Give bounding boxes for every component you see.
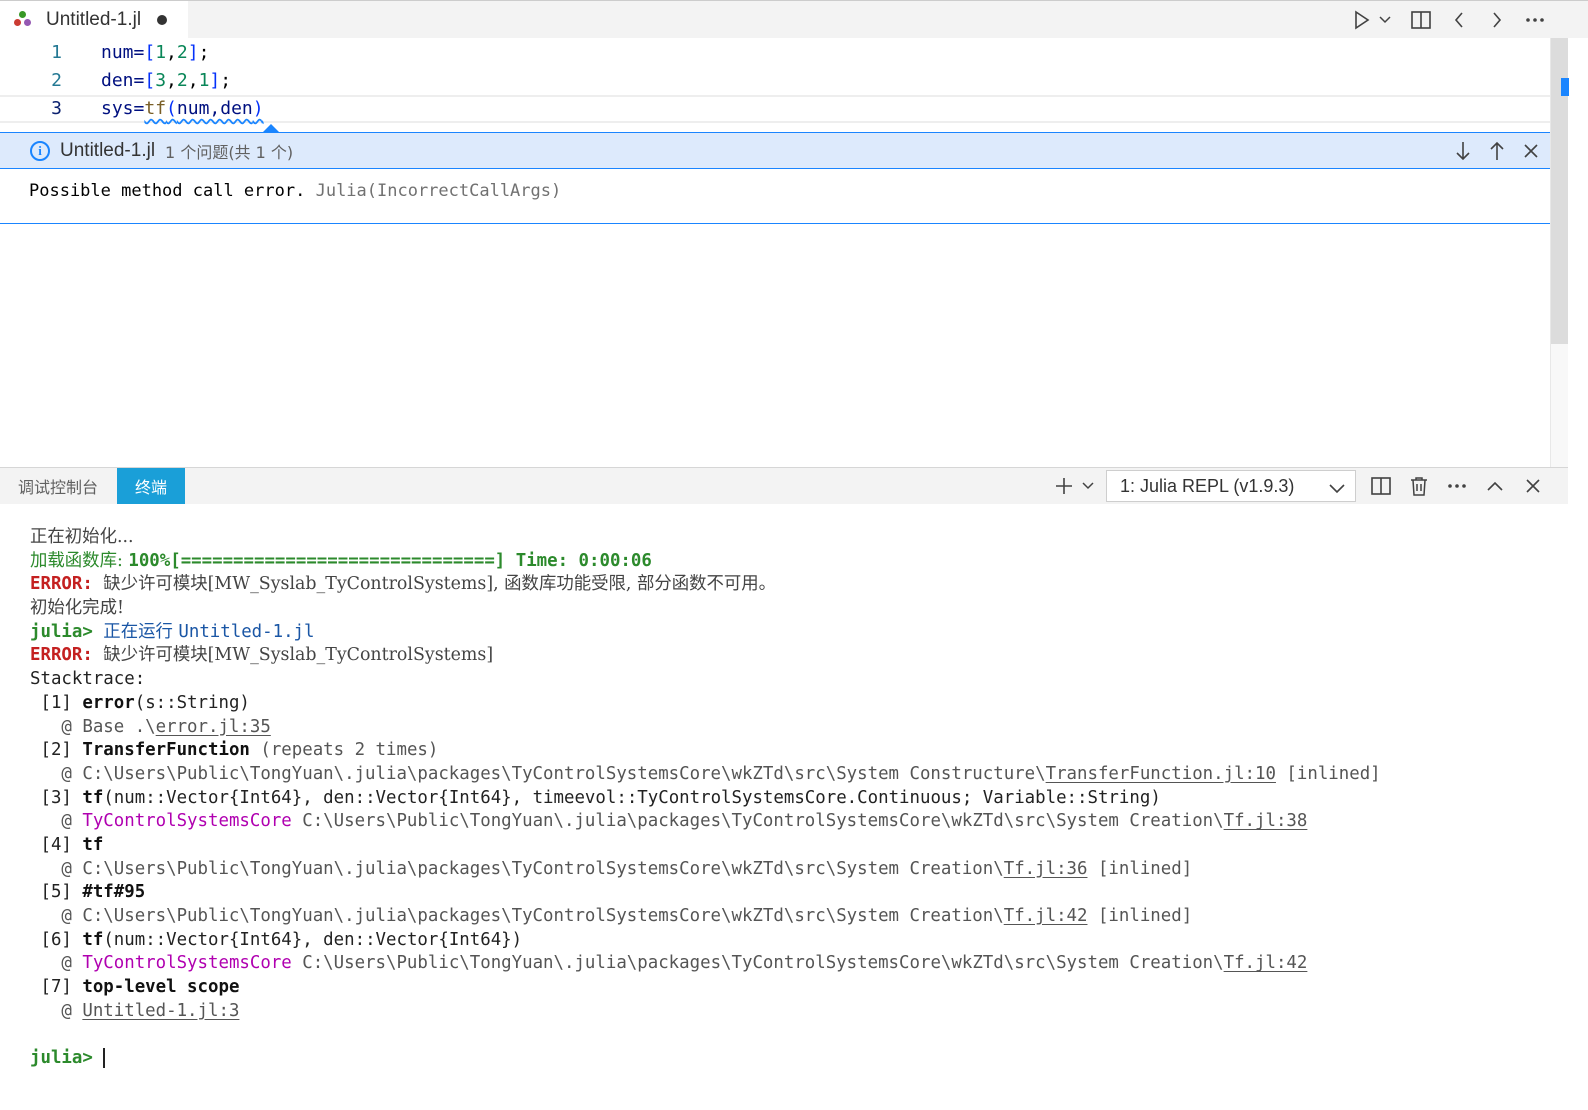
terminal-line: julia> 正在运行 Untitled-1.jl (30, 621, 315, 642)
file-link[interactable]: Tf.jl:36 (1004, 859, 1088, 879)
stack-frame-location: @ TyControlSystemsCore C:\Users\Public\T… (30, 953, 1308, 974)
repl-prompt: julia> (30, 1048, 104, 1069)
terminal-line: 加载函数库: 100%[============================… (30, 550, 652, 571)
file-link[interactable]: Tf.jl:42 (1004, 906, 1088, 926)
problem-message: Possible method call error. Julia(Incorr… (29, 181, 562, 201)
terminal-prompt-line[interactable]: julia> (30, 1047, 1550, 1071)
chevron-down-icon[interactable] (1374, 16, 1396, 24)
peek-header: i Untitled-1.jl 1 个问题(共 1 个) (0, 133, 1550, 169)
stack-frame-location: @ C:\Users\Public\TongYuan\.julia\packag… (30, 858, 1193, 879)
split-editor-icon[interactable] (1402, 11, 1440, 29)
terminal-add (1050, 468, 1098, 504)
split-terminal-icon[interactable] (1362, 477, 1400, 495)
editor-actions (1350, 1, 1554, 39)
line-number: 1 (51, 42, 62, 63)
more-icon[interactable] (1516, 17, 1554, 23)
code-line[interactable]: 1 num=[1,2]; (0, 39, 1550, 67)
bottom-panel: 调试控制台 终端 1: Julia REPL (v1.9.3) 正在初始化...… (0, 467, 1568, 1110)
chevron-left-icon[interactable] (1440, 12, 1478, 28)
terminal-select-value: 1: Julia REPL (v1.9.3) (1120, 475, 1295, 496)
terminal-line: 初始化完成! (30, 598, 124, 619)
line-number: 2 (51, 70, 62, 91)
terminal-line: ERROR: 缺少许可模块[MW_Syslab_TyControlSystems… (30, 574, 777, 595)
chevron-up-icon[interactable] (1476, 481, 1514, 491)
run-icon[interactable] (1350, 10, 1374, 30)
problem-source: Julia(IncorrectCallArgs) (315, 181, 562, 201)
close-icon[interactable] (1520, 144, 1542, 158)
editor-tab-bar: Untitled-1.jl (0, 0, 1588, 39)
stack-frame-location: @ TyControlSystemsCore C:\Users\Public\T… (30, 811, 1308, 832)
stack-frame: [1] error(s::String) (30, 692, 250, 713)
file-link[interactable]: Tf.jl:38 (1224, 811, 1308, 831)
stack-frame: [7] top-level scope (30, 977, 240, 998)
stack-frame: [5] #tf#95 (30, 882, 146, 903)
panel-header: 调试控制台 终端 1: Julia REPL (v1.9.3) (0, 468, 1568, 504)
editor-tab[interactable]: Untitled-1.jl (0, 1, 188, 39)
unsaved-dot-icon[interactable] (157, 15, 168, 25)
chevron-down-icon (1329, 478, 1345, 499)
plus-icon[interactable] (1050, 477, 1078, 495)
info-icon: i (30, 140, 50, 161)
next-problem-icon[interactable] (1452, 141, 1474, 161)
terminal-line: 正在初始化... (30, 527, 134, 547)
code-text[interactable]: sys=tf(num,den) (101, 97, 264, 121)
stack-frame: [2] TransferFunction (repeats 2 times) (30, 740, 439, 761)
file-link[interactable]: Tf.jl:42 (1224, 953, 1308, 973)
editor-scrollbar[interactable] (1550, 38, 1569, 468)
stack-frame-location: @ Base .\error.jl:35 (30, 716, 271, 737)
julia-file-icon (14, 10, 34, 30)
stack-frame-location: @ C:\Users\Public\TongYuan\.julia\packag… (30, 763, 1381, 784)
tab-title: Untitled-1.jl (46, 9, 142, 30)
trash-icon[interactable] (1400, 476, 1438, 496)
close-icon[interactable] (1514, 479, 1552, 493)
panel-actions (1362, 468, 1552, 504)
peek-problem-count: 1 个问题(共 1 个) (165, 142, 294, 162)
file-link[interactable]: error.jl:35 (156, 717, 271, 737)
stack-frame: [3] tf(num::Vector{Int64}, den::Vector{I… (30, 787, 1161, 808)
code-text[interactable]: den=[3,2,1]; (101, 67, 231, 95)
stack-frame-location: @ C:\Users\Public\TongYuan\.julia\packag… (30, 906, 1193, 926)
scrollbar-problem-marker (1561, 78, 1569, 96)
tab-debug-console[interactable]: 调试控制台 (0, 468, 116, 504)
stack-frame: [4] tf (30, 834, 104, 855)
text-cursor (103, 1048, 106, 1069)
peek-pointer (263, 124, 279, 132)
peek-actions (1452, 133, 1542, 169)
file-link[interactable]: Untitled-1.jl:3 (82, 1001, 239, 1021)
chevron-right-icon[interactable] (1478, 12, 1516, 28)
line-number: 3 (51, 98, 62, 119)
peek-file-name: Untitled-1.jl (60, 139, 156, 161)
stack-frame: [6] tf(num::Vector{Int64}, den::Vector{I… (30, 929, 523, 950)
code-line[interactable]: 2 den=[3,2,1]; (0, 67, 1550, 95)
problems-peek-widget: i Untitled-1.jl 1 个问题(共 1 个) Possible me… (0, 132, 1550, 224)
terminal-output[interactable]: 正在初始化... 加载函数库: 100%[===================… (30, 526, 1550, 1071)
code-editor[interactable]: 1 num=[1,2]; 2 den=[3,2,1]; 3 sys=tf(num… (0, 38, 1550, 468)
chevron-down-icon[interactable] (1078, 482, 1098, 490)
file-link[interactable]: TransferFunction.jl:10 (1046, 764, 1276, 784)
stack-frame-location: @ Untitled-1.jl:3 (30, 1000, 240, 1021)
code-line-current[interactable]: 3 sys=tf(num,den) (0, 95, 1550, 123)
more-icon[interactable] (1438, 483, 1476, 489)
terminal-line: Stacktrace: (30, 669, 146, 690)
terminal-select[interactable]: 1: Julia REPL (v1.9.3) (1106, 470, 1356, 502)
code-text[interactable]: num=[1,2]; (101, 39, 209, 67)
terminal-line: ERROR: 缺少许可模块[MW_Syslab_TyControlSystems… (30, 645, 494, 666)
tab-terminal[interactable]: 终端 (117, 468, 185, 504)
previous-problem-icon[interactable] (1486, 141, 1508, 161)
